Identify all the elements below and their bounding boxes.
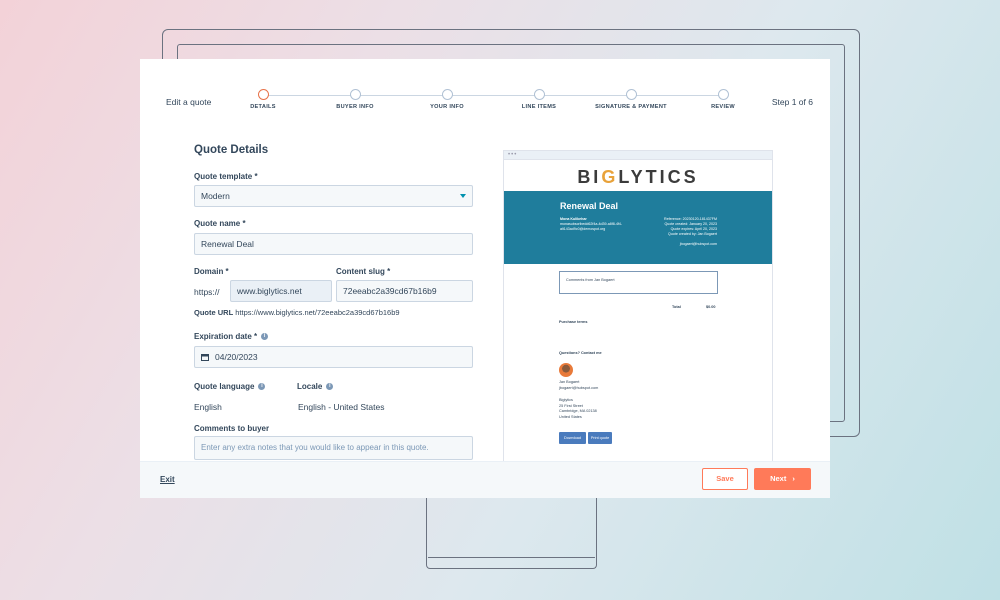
quote-language-value[interactable]: English — [194, 402, 222, 412]
step-dot-icon — [441, 89, 453, 100]
content-slug-label: Content slug * — [336, 267, 391, 276]
info-icon[interactable]: i — [326, 383, 334, 390]
quote-name-value: Renewal Deal — [201, 239, 254, 249]
expiration-label: Expiration date * i — [194, 332, 269, 341]
edit-quote-label: Edit a quote — [166, 97, 212, 107]
quote-preview: ••• BIGLYTICS Renewal Deal Mona Kulikeha… — [503, 150, 773, 470]
step-dot-icon — [349, 89, 361, 100]
quote-editor-window: Edit a quote Step 1 of 6 DETAILS BUYER I… — [140, 59, 830, 498]
quote-name-input[interactable]: Renewal Deal — [194, 233, 473, 255]
exit-link[interactable]: Exit — [160, 475, 175, 484]
preview-buyer-block: Mona Kulikehar monasubscribedd62f4a-4d39… — [560, 217, 640, 232]
save-button[interactable]: Save — [702, 468, 748, 490]
step-counter: Step 1 of 6 — [771, 97, 813, 107]
step-dot-icon — [533, 89, 545, 100]
info-icon[interactable]: i — [258, 383, 266, 390]
preview-contact-email: jbogaert@hubspot.com — [559, 385, 599, 390]
content-slug-input[interactable]: 72eeabc2a39cd67b16b9 — [336, 280, 473, 302]
preview-print-button[interactable]: Print quote — [588, 432, 612, 444]
monitor-stand-base — [428, 490, 595, 558]
preview-city: Cambridge, MA 02138 — [559, 409, 597, 413]
quote-url-label: Quote URL — [194, 308, 234, 317]
template-select[interactable]: Modern — [194, 185, 473, 207]
next-button[interactable]: Next › — [754, 468, 811, 490]
locale-value[interactable]: English - United States — [298, 402, 384, 412]
comments-placeholder: Enter any extra notes that you would lik… — [201, 443, 429, 452]
preview-creator-email: jbogaert@hubspot.com — [679, 242, 717, 246]
expiration-label-text: Expiration date * — [194, 332, 258, 341]
window-dots-icon: ••• — [508, 152, 518, 158]
next-button-label: Next — [770, 474, 787, 483]
domain-select[interactable]: www.biglytics.net — [230, 280, 332, 302]
footer-bar: Exit Save Next › — [140, 461, 830, 498]
avatar — [559, 363, 573, 377]
preview-created-by: Quote created by: Jan Bogaert — [668, 232, 717, 236]
template-value: Modern — [201, 191, 230, 201]
form-title: Quote Details — [194, 144, 269, 156]
preview-country: United States — [559, 414, 582, 419]
preview-comments-box: Comments from Jan Bogaert — [559, 271, 718, 294]
preview-total-value: $0.00 — [706, 305, 716, 309]
preview-total-label: Total — [672, 305, 681, 309]
preview-buyer-email-2: alt143ad9c0@demospot.org — [560, 227, 606, 231]
comments-textarea[interactable]: Enter any extra notes that you would lik… — [194, 436, 473, 460]
preview-meta-block: Reference: 20230120-181437FM Quote creat… — [637, 217, 717, 247]
info-icon[interactable]: i — [261, 333, 269, 340]
chevron-down-icon — [460, 194, 466, 198]
expiration-date-value: 04/20/2023 — [215, 352, 258, 362]
locale-label: Locale i — [297, 382, 334, 391]
preview-window-bar: ••• — [504, 151, 772, 160]
step-dot-icon — [717, 89, 729, 100]
domain-value: www.biglytics.net — [237, 286, 302, 296]
expiration-date-input[interactable]: 04/20/2023 — [194, 346, 473, 368]
preview-purchase-terms: Purchase terms — [559, 320, 588, 324]
quote-language-label: Quote language i — [194, 382, 266, 391]
quote-language-label-text: Quote language — [194, 382, 255, 391]
preview-download-button[interactable]: Download — [559, 432, 586, 444]
preview-questions: Questions? Contact me — [559, 351, 602, 355]
step-review[interactable]: REVIEW — [668, 89, 778, 110]
quote-url-value: https://www.biglytics.net/72eeabc2a39cd6… — [235, 308, 400, 317]
preview-quote-title: Renewal Deal — [560, 201, 619, 211]
chevron-right-icon: › — [792, 474, 795, 483]
preview-address-block: Biglytics 25 First Street Cambridge, MA … — [559, 398, 597, 420]
quote-url-line: Quote URL https://www.biglytics.net/72ee… — [194, 308, 400, 317]
domain-label: Domain * — [194, 267, 229, 276]
quote-name-label: Quote name * — [194, 219, 246, 228]
step-dot-icon — [257, 89, 269, 100]
preview-header-band: Renewal Deal Mona Kulikehar monasubscrib… — [504, 191, 772, 264]
locale-label-text: Locale — [297, 382, 323, 391]
step-label: REVIEW — [711, 104, 735, 110]
preview-contact-block: Jan Bogaert jbogaert@hubspot.com — [559, 380, 598, 391]
domain-prefix: https:// — [194, 287, 220, 297]
template-label: Quote template * — [194, 172, 258, 181]
content-slug-value: 72eeabc2a39cd67b16b9 — [343, 286, 437, 296]
calendar-icon — [201, 354, 209, 361]
step-dot-icon — [625, 89, 637, 100]
comments-label: Comments to buyer — [194, 424, 270, 433]
